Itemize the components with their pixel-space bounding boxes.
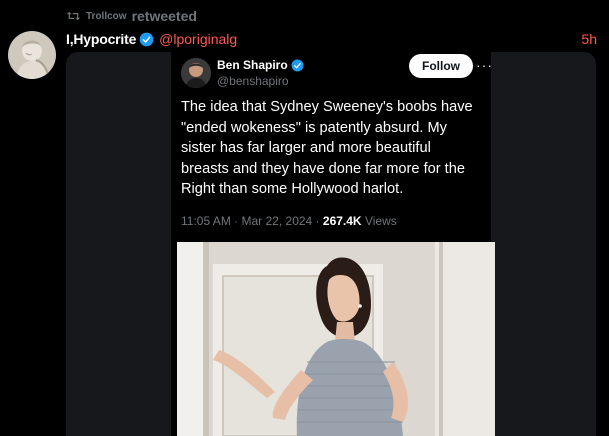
post-timestamp[interactable]: 5h [581, 31, 597, 47]
embedded-author-avatar [181, 58, 211, 88]
embedded-tweet-meta: 11:05 AM · Mar 22, 2024 · 267.4K Views [181, 214, 397, 228]
embedded-follow-button: Follow [409, 54, 473, 78]
embedded-tweet-time: 11:05 AM [181, 214, 231, 228]
retweeter-name[interactable]: Trollcow [86, 11, 127, 22]
embedded-author-handle: @benshapiro [217, 74, 289, 88]
embedded-views-label: Views [364, 214, 397, 228]
avatar[interactable] [8, 31, 56, 79]
post-header: I,Hypocrite @lporiginalg 5h [66, 29, 597, 49]
author-handle[interactable]: @lporiginalg [159, 31, 237, 47]
embedded-photo [177, 242, 495, 436]
verified-badge-icon [291, 59, 304, 71]
post-media[interactable]: Ben Shapiro @benshapiro Follow ··· The i… [66, 52, 596, 436]
meta-separator: · [315, 214, 320, 228]
retweet-label: retweeted [131, 8, 197, 24]
more-options-icon: ··· [476, 57, 493, 73]
embedded-tweet-date: Mar 22, 2024 [241, 214, 313, 228]
embedded-views-count: 267.4K [322, 214, 362, 228]
retweet-indicator: Trollcow retweeted [66, 7, 197, 25]
verified-badge-icon [139, 32, 154, 46]
embedded-tweet-screenshot: Ben Shapiro @benshapiro Follow ··· The i… [171, 52, 495, 436]
embedded-author-name: Ben Shapiro [217, 58, 304, 72]
embedded-author-name-text: Ben Shapiro [217, 58, 288, 72]
retweet-icon [66, 11, 81, 21]
embedded-tweet-text: The idea that Sydney Sweeney's boobs hav… [181, 99, 473, 198]
meta-separator: · [234, 214, 239, 228]
author-display-name[interactable]: I,Hypocrite [66, 31, 136, 47]
statue-avatar-image [8, 31, 56, 79]
